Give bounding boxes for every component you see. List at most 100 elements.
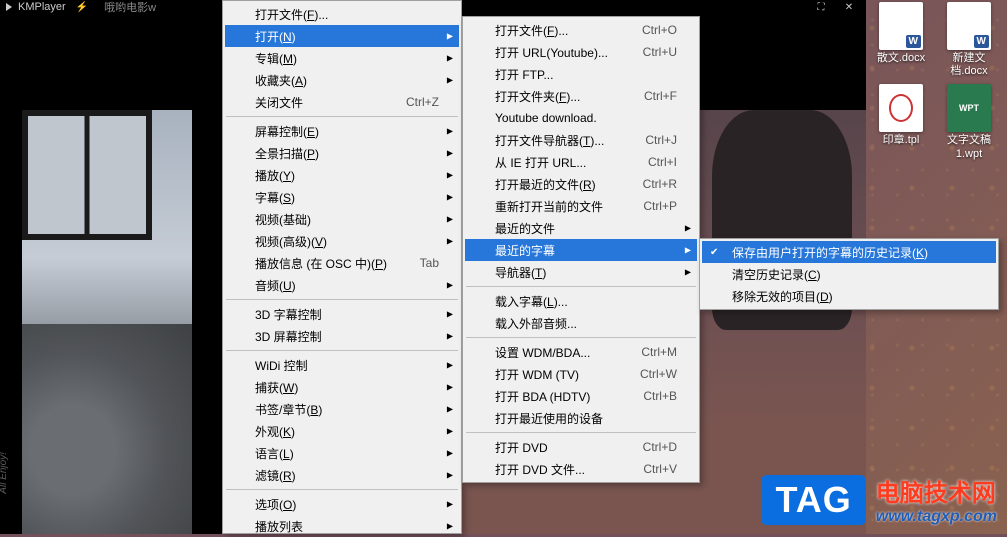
- menu-item[interactable]: 打开 BDA (HDTV) Ctrl+B: [465, 385, 697, 407]
- menu-item-label: 视频(基础): [255, 211, 311, 228]
- menu-item[interactable]: 打开 URL(Youtube)...Ctrl+U: [465, 41, 697, 63]
- menu-item-label: 滤镜(R): [255, 467, 296, 484]
- menu-item[interactable]: 语言(L): [225, 442, 459, 464]
- menu-item-label: 字幕(S): [255, 189, 295, 206]
- menu-item-label: 保存由用户打开的字幕的历史记录(K): [732, 244, 928, 261]
- menu-item[interactable]: 捕获(W): [225, 376, 459, 398]
- menu-item[interactable]: 全景扫描(P): [225, 142, 459, 164]
- menu-item[interactable]: 打开文件夹(F)...Ctrl+F: [465, 85, 697, 107]
- menu-item[interactable]: 关闭文件Ctrl+Z: [225, 91, 459, 113]
- desktop-icon[interactable]: 新建文档.docx: [939, 2, 999, 78]
- menu-item[interactable]: 视频(高级)(V): [225, 230, 459, 252]
- menu-item[interactable]: Youtube download.: [465, 107, 697, 129]
- menu-item[interactable]: 打开最近的文件(R) Ctrl+R: [465, 173, 697, 195]
- watermark-line1: 电脑技术网: [876, 473, 997, 508]
- watermark-text: 电脑技术网 www.tagxp.com: [876, 473, 997, 526]
- menu-item[interactable]: 播放(Y): [225, 164, 459, 186]
- desktop-icon[interactable]: 文字文稿1.wpt: [939, 84, 999, 160]
- menu-item[interactable]: 外观(K): [225, 420, 459, 442]
- menu-item-label: 全景扫描(P): [255, 145, 319, 162]
- menu-item-shortcut: Ctrl+V: [643, 462, 677, 476]
- menu-item-label: 3D 字幕控制: [255, 306, 322, 323]
- desktop-icon[interactable]: 散文.docx: [871, 2, 931, 78]
- menu-item[interactable]: 打开文件导航器(T)...Ctrl+J: [465, 129, 697, 151]
- submenu-open: 打开文件(F)...Ctrl+O打开 URL(Youtube)...Ctrl+U…: [462, 16, 700, 483]
- close-button[interactable]: ✕: [836, 0, 862, 14]
- menu-item[interactable]: 重新打开当前的文件Ctrl+P: [465, 195, 697, 217]
- menu-item[interactable]: 收藏夹(A): [225, 69, 459, 91]
- menu-item-shortcut: Ctrl+I: [648, 155, 677, 169]
- menu-item[interactable]: 设置 WDM/BDA...Ctrl+M: [465, 341, 697, 363]
- icon-label: 文字文稿1.wpt: [939, 134, 999, 160]
- watermark-badge: TAG: [761, 475, 865, 525]
- menu-item[interactable]: 从 IE 打开 URL... Ctrl+I: [465, 151, 697, 173]
- menu-item-label: 外观(K): [255, 423, 295, 440]
- menu-item[interactable]: 3D 屏幕控制: [225, 325, 459, 347]
- menu-item-label: Youtube download.: [495, 111, 597, 125]
- menu-item-label: 载入字幕(L)...: [495, 293, 568, 310]
- menu-item[interactable]: 保存由用户打开的字幕的历史记录(K)✔: [702, 241, 996, 263]
- menu-item-shortcut: Ctrl+B: [643, 389, 677, 403]
- menu-item-label: 播放(Y): [255, 167, 295, 184]
- icon-label: 散文.docx: [877, 52, 925, 65]
- menu-separator: [226, 489, 458, 490]
- menu-item[interactable]: 3D 字幕控制: [225, 303, 459, 325]
- menu-item[interactable]: 屏幕控制(E): [225, 120, 459, 142]
- menu-item[interactable]: 打开文件(F)...: [225, 3, 459, 25]
- menu-separator: [226, 299, 458, 300]
- video-rocks: [22, 324, 192, 534]
- menu-item[interactable]: 最近的文件: [465, 217, 697, 239]
- titlebar: KMPlayer ⚡ 哦哟电影w: [0, 0, 222, 14]
- menu-item[interactable]: 打开最近使用的设备: [465, 407, 697, 429]
- menu-item-label: 载入外部音频...: [495, 315, 577, 332]
- menu-item-label: 语言(L): [255, 445, 294, 462]
- fullscreen-button[interactable]: ⛶: [808, 0, 834, 14]
- menu-item-shortcut: Ctrl+F: [644, 89, 677, 103]
- menu-item[interactable]: 播放信息 (在 OSC 中)(P)Tab: [225, 252, 459, 274]
- menu-item[interactable]: 打开 DVDCtrl+D: [465, 436, 697, 458]
- desktop-icon[interactable]: 印章.tpl: [871, 84, 931, 160]
- menu-item[interactable]: 打开文件(F)...Ctrl+O: [465, 19, 697, 41]
- menu-item-label: 清空历史记录(C): [732, 266, 821, 283]
- menu-item-label: 3D 屏幕控制: [255, 328, 322, 345]
- menu-item[interactable]: 字幕(S): [225, 186, 459, 208]
- menu-item-label: 关闭文件: [255, 94, 303, 111]
- menu-item-label: 专辑(M): [255, 50, 297, 67]
- menu-separator: [466, 432, 696, 433]
- menu-item-label: 打开 DVD: [495, 439, 548, 456]
- menu-item[interactable]: 滤镜(R): [225, 464, 459, 486]
- menu-item[interactable]: 载入字幕(L)...: [465, 290, 697, 312]
- menu-item[interactable]: 音频(U): [225, 274, 459, 296]
- menu-item[interactable]: 打开 FTP...: [465, 63, 697, 85]
- menu-item-label: 打开 WDM (TV): [495, 366, 579, 383]
- menu-item[interactable]: WiDi 控制: [225, 354, 459, 376]
- menu-item-label: 打开 DVD 文件...: [495, 461, 585, 478]
- menu-item[interactable]: 移除无效的项目(D): [702, 285, 996, 307]
- menu-item[interactable]: 打开(N): [225, 25, 459, 47]
- menu-item[interactable]: 专辑(M): [225, 47, 459, 69]
- menu-item[interactable]: 书签/章节(B): [225, 398, 459, 420]
- menu-item[interactable]: 导航器(T): [465, 261, 697, 283]
- menu-item-label: WiDi 控制: [255, 357, 308, 374]
- submenu-recent-subtitles: 保存由用户打开的字幕的历史记录(K)✔ 清空历史记录(C) 移除无效的项目(D): [699, 238, 999, 310]
- menu-item[interactable]: 打开 WDM (TV)Ctrl+W: [465, 363, 697, 385]
- menu-item[interactable]: 视频(基础): [225, 208, 459, 230]
- slogan-text: All Enjoy!: [0, 452, 9, 494]
- menu-item-label: 打开 BDA (HDTV): [495, 388, 590, 405]
- menu-separator: [226, 350, 458, 351]
- menu-item[interactable]: 清空历史记录(C): [702, 263, 996, 285]
- app-name: KMPlayer: [18, 1, 66, 13]
- menu-item[interactable]: 载入外部音频...: [465, 312, 697, 334]
- menu-item-shortcut: Ctrl+U: [643, 45, 677, 59]
- menu-item[interactable]: 最近的字幕: [465, 239, 697, 261]
- menu-item[interactable]: 选项(O): [225, 493, 459, 515]
- tpl-icon: [879, 84, 923, 132]
- menu-item-label: 视频(高级)(V): [255, 233, 327, 250]
- menu-item-label: 设置 WDM/BDA...: [495, 344, 590, 361]
- menu-item-label: 从 IE 打开 URL...: [495, 154, 586, 171]
- menu-item-shortcut: Ctrl+R: [643, 177, 677, 191]
- docx-icon: [947, 2, 991, 50]
- menu-item-label: 打开最近的文件(R): [495, 176, 596, 193]
- menu-item[interactable]: 打开 DVD 文件... Ctrl+V: [465, 458, 697, 480]
- bolt-icon: ⚡: [76, 2, 88, 13]
